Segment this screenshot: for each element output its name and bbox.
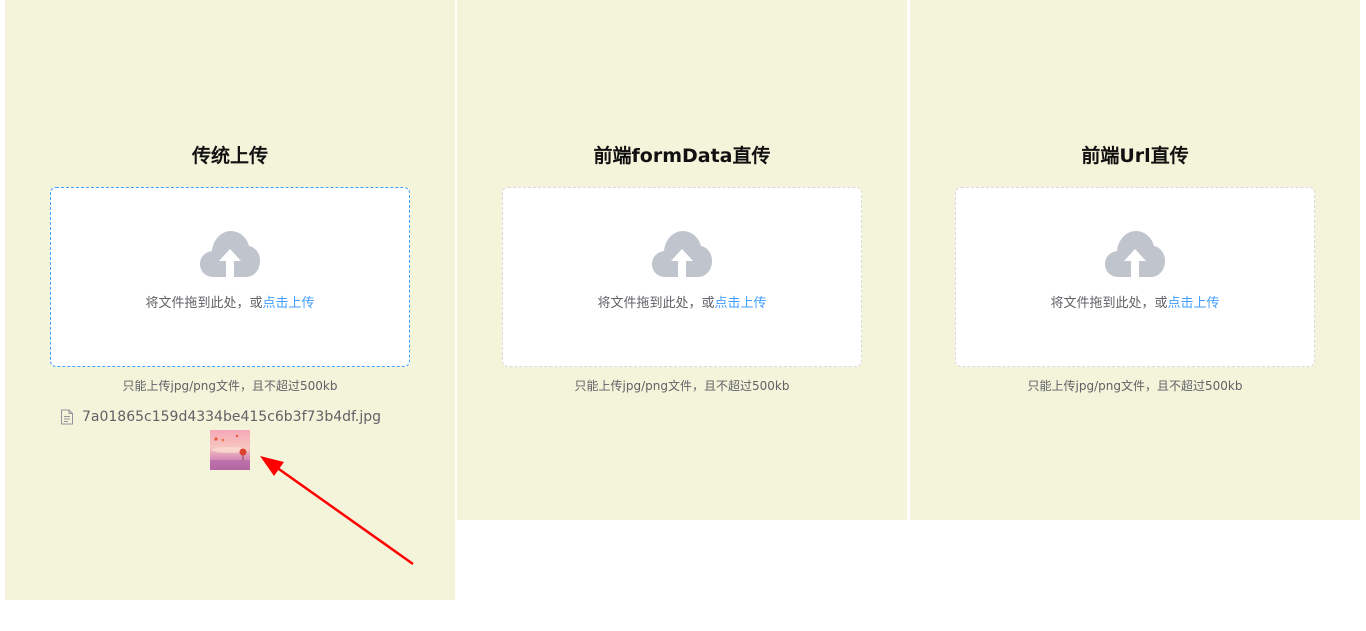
drop-text: 将文件拖到此处，或 — [1050, 296, 1168, 311]
uploaded-image-thumbnail — [210, 430, 250, 470]
cloud-upload-icon — [200, 231, 260, 277]
panel-title: 传统上传 — [191, 145, 268, 167]
page: 传统上传 将文件拖到此处，或点击上传 只能上传jpg/png文件，且不超过500… — [0, 0, 1366, 631]
panel-title: 前端formData直传 — [593, 145, 771, 167]
uploaded-file-name: 7a01865c159d4334be415c6b3f73b4df.jpg — [82, 409, 382, 425]
upload-tip: 只能上传jpg/png文件，且不超过500kb — [574, 379, 790, 393]
upload-tip: 只能上传jpg/png文件，且不超过500kb — [122, 379, 338, 393]
upload-dropzone[interactable]: 将文件拖到此处，或点击上传 — [50, 187, 410, 367]
click-upload-link[interactable]: 点击上传 — [263, 296, 315, 311]
document-icon — [61, 409, 73, 425]
upload-panel-url: 前端Url直传 将文件拖到此处，或点击上传 只能上传jpg/png文件，且不超过… — [910, 0, 1360, 520]
panel-title: 前端Url直传 — [1081, 145, 1189, 167]
cloud-upload-icon — [652, 231, 712, 277]
upload-tip: 只能上传jpg/png文件，且不超过500kb — [1027, 379, 1243, 393]
drop-instructions: 将文件拖到此处，或点击上传 — [956, 295, 1314, 313]
drop-instructions: 将文件拖到此处，或点击上传 — [503, 295, 861, 313]
click-upload-link[interactable]: 点击上传 — [715, 296, 767, 311]
upload-panel-traditional: 传统上传 将文件拖到此处，或点击上传 只能上传jpg/png文件，且不超过500… — [5, 0, 455, 600]
upload-panel-formdata: 前端formData直传 将文件拖到此处，或点击上传 只能上传jpg/png文件… — [457, 0, 907, 520]
uploaded-file-item[interactable]: 7a01865c159d4334be415c6b3f73b4df.jpg — [60, 406, 381, 428]
drop-text: 将文件拖到此处，或 — [145, 296, 263, 311]
upload-dropzone[interactable]: 将文件拖到此处，或点击上传 — [955, 187, 1315, 367]
click-upload-link[interactable]: 点击上传 — [1168, 296, 1220, 311]
cloud-upload-icon — [1105, 231, 1165, 277]
drop-text: 将文件拖到此处，或 — [597, 296, 715, 311]
drop-instructions: 将文件拖到此处，或点击上传 — [51, 295, 409, 313]
upload-dropzone[interactable]: 将文件拖到此处，或点击上传 — [502, 187, 862, 367]
